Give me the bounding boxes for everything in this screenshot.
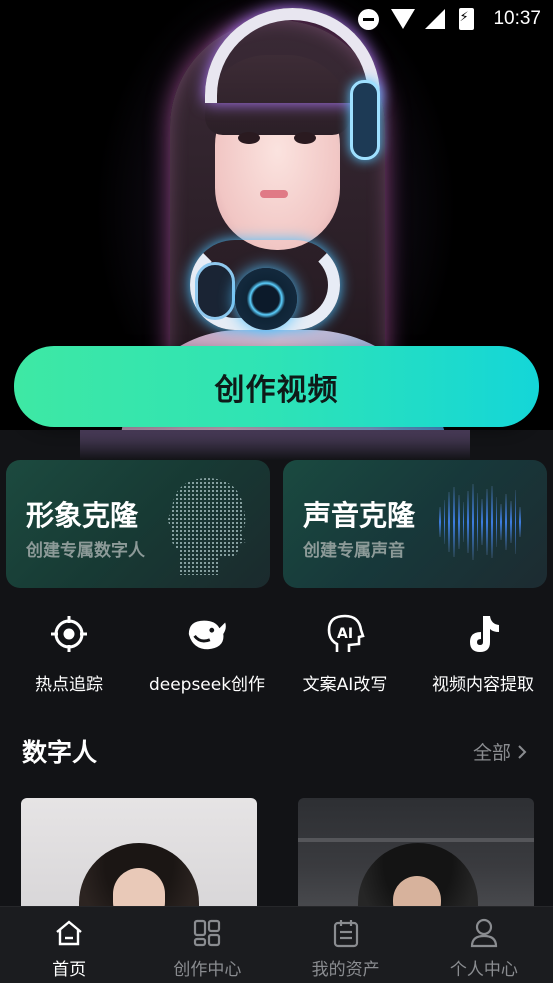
digital-human-card[interactable] (298, 798, 534, 913)
digital-head-icon (168, 478, 246, 575)
svg-text:AI: AI (337, 626, 353, 642)
tool-ai-rewrite[interactable]: AI 文案AI改写 (276, 612, 414, 702)
grid-icon (191, 917, 223, 949)
tool-label: 文案AI改写 (302, 675, 388, 695)
tool-video-extract[interactable]: 视频内容提取 (414, 612, 552, 702)
nav-creation-center[interactable]: 创作中心 (138, 907, 276, 983)
nav-label: 首页 (52, 960, 87, 980)
create-video-button[interactable]: 创作视频 (14, 346, 539, 427)
nav-label: 个人中心 (449, 960, 518, 980)
image-clone-card[interactable]: 形象克隆 创建专属数字人 (6, 460, 270, 588)
nav-home[interactable]: 首页 (0, 907, 138, 983)
tool-label: 热点追踪 (35, 675, 103, 695)
tool-label: deepseek创作 (148, 675, 266, 695)
view-all-link[interactable]: 全部 (473, 738, 527, 765)
hero-headphone-cup-left (195, 262, 235, 320)
voice-clone-title: 声音克隆 (303, 499, 416, 532)
chevron-right-icon (518, 744, 527, 759)
section-title-digital-human: 数字人 (22, 738, 98, 767)
status-time: 10:37 (493, 8, 541, 29)
tiktok-icon (461, 612, 505, 656)
nav-label: 创作中心 (173, 960, 242, 980)
hero-lips (260, 190, 288, 198)
image-clone-subtitle: 创建专属数字人 (26, 541, 145, 561)
image-clone-title: 形象克隆 (26, 499, 139, 532)
voice-clone-subtitle: 创建专属声音 (303, 541, 405, 561)
nav-profile[interactable]: 个人中心 (415, 907, 553, 983)
wifi-icon (390, 8, 416, 30)
bottom-navigation: 首页 创作中心 我的资产 个人中心 (0, 906, 553, 983)
ai-head-icon: AI (323, 612, 367, 656)
do-not-disturb-icon (357, 8, 379, 30)
whale-icon (185, 612, 229, 656)
voice-clone-card[interactable]: 声音克隆 创建专属声音 (283, 460, 547, 588)
hero-eye-right (294, 132, 316, 144)
calendar-list-icon (330, 917, 362, 949)
sound-wave-icon (439, 482, 521, 562)
background-shelf (298, 838, 534, 842)
hero-headphone-cup-right (235, 268, 297, 330)
nav-my-assets[interactable]: 我的资产 (277, 907, 415, 983)
view-all-label: 全部 (472, 742, 511, 764)
hero-eye-left (238, 132, 260, 144)
status-bar: 10:37 (0, 0, 553, 38)
digital-human-card[interactable] (21, 798, 257, 913)
battery-charging-icon (458, 8, 474, 30)
nav-label: 我的资产 (311, 960, 380, 980)
no-signal-icon (424, 8, 446, 30)
home-icon (53, 917, 85, 949)
hero-earcup (350, 80, 380, 160)
crosshair-icon (47, 612, 91, 656)
tool-deepseek[interactable]: deepseek创作 (138, 612, 276, 702)
user-icon (468, 917, 500, 949)
tool-hot-tracking[interactable]: 热点追踪 (0, 612, 138, 702)
tool-label: 视频内容提取 (432, 675, 534, 695)
